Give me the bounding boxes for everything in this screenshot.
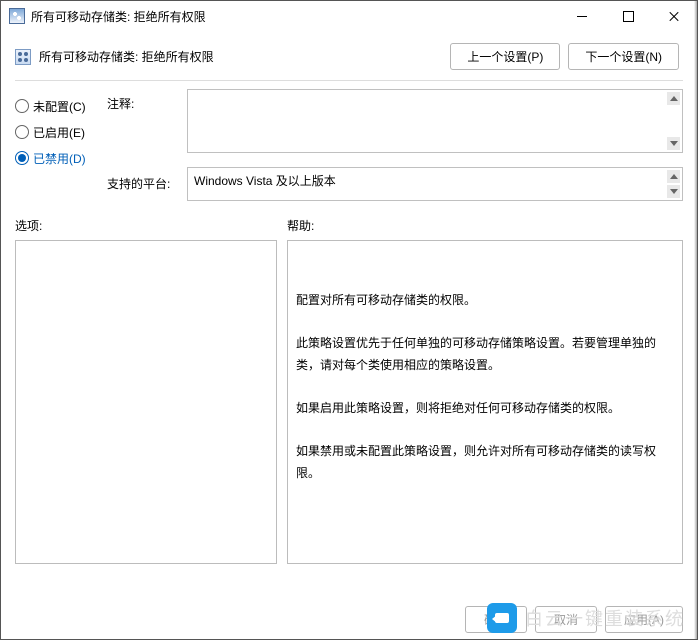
radio-group: 未配置(C) 已启用(E) 已禁用(D) [15, 89, 97, 201]
help-text: 配置对所有可移动存储类的权限。 此策略设置优先于任何单独的可移动存储策略设置。若… [296, 290, 674, 484]
help-label: 帮助: [287, 217, 314, 234]
divider [15, 80, 683, 81]
policy-header: 所有可移动存储类: 拒绝所有权限 上一个设置(P) 下一个设置(N) [1, 31, 697, 80]
apply-button[interactable]: 应用(A) [605, 606, 683, 633]
comment-label: 注释: [107, 95, 177, 115]
scroll-down-icon[interactable] [667, 185, 680, 198]
radio-label-not-configured: 未配置(C) [33, 98, 86, 115]
platform-value: Windows Vista 及以上版本 [194, 172, 336, 189]
window-controls [559, 1, 697, 31]
prev-setting-button[interactable]: 上一个设置(P) [450, 43, 560, 70]
radio-not-configured[interactable]: 未配置(C) [15, 93, 97, 119]
policy-icon [15, 49, 31, 65]
ok-button[interactable]: 确定 [465, 606, 527, 633]
maximize-button[interactable] [605, 1, 651, 31]
radio-input-enabled[interactable] [15, 125, 29, 139]
panes: 配置对所有可移动存储类的权限。 此策略设置优先于任何单独的可移动存储策略设置。若… [1, 238, 697, 564]
next-setting-button[interactable]: 下一个设置(N) [568, 43, 679, 70]
titlebar: 所有可移动存储类: 拒绝所有权限 [1, 1, 697, 31]
policy-title: 所有可移动存储类: 拒绝所有权限 [39, 48, 450, 65]
options-label: 选项: [15, 217, 287, 234]
radio-label-enabled: 已启用(E) [33, 124, 85, 141]
field-values: Windows Vista 及以上版本 [187, 89, 683, 201]
radio-enabled[interactable]: 已启用(E) [15, 119, 97, 145]
scroll-up-icon[interactable] [667, 92, 680, 105]
dialog-footer: 确定 取消 应用(A) [465, 606, 683, 633]
comment-textarea[interactable] [187, 89, 683, 153]
window-title: 所有可移动存储类: 拒绝所有权限 [31, 8, 559, 25]
radio-disabled[interactable]: 已禁用(D) [15, 145, 97, 171]
field-labels: 注释: 支持的平台: [107, 89, 177, 201]
platform-textarea: Windows Vista 及以上版本 [187, 167, 683, 201]
scroll-up-icon[interactable] [667, 170, 680, 183]
platform-label: 支持的平台: [107, 175, 177, 195]
cancel-button[interactable]: 取消 [535, 606, 597, 633]
minimize-button[interactable] [559, 1, 605, 31]
options-pane [15, 240, 277, 564]
nav-buttons: 上一个设置(P) 下一个设置(N) [450, 43, 679, 70]
mid-labels: 选项: 帮助: [1, 207, 697, 238]
scroll-down-icon[interactable] [667, 137, 680, 150]
radio-input-disabled[interactable] [15, 151, 29, 165]
help-pane: 配置对所有可移动存储类的权限。 此策略设置优先于任何单独的可移动存储策略设置。若… [287, 240, 683, 564]
radio-input-not-configured[interactable] [15, 99, 29, 113]
close-button[interactable] [651, 1, 697, 31]
radio-label-disabled: 已禁用(D) [33, 150, 86, 167]
app-icon [9, 8, 25, 24]
config-area: 未配置(C) 已启用(E) 已禁用(D) 注释: 支持的平台: Windows … [1, 85, 697, 207]
